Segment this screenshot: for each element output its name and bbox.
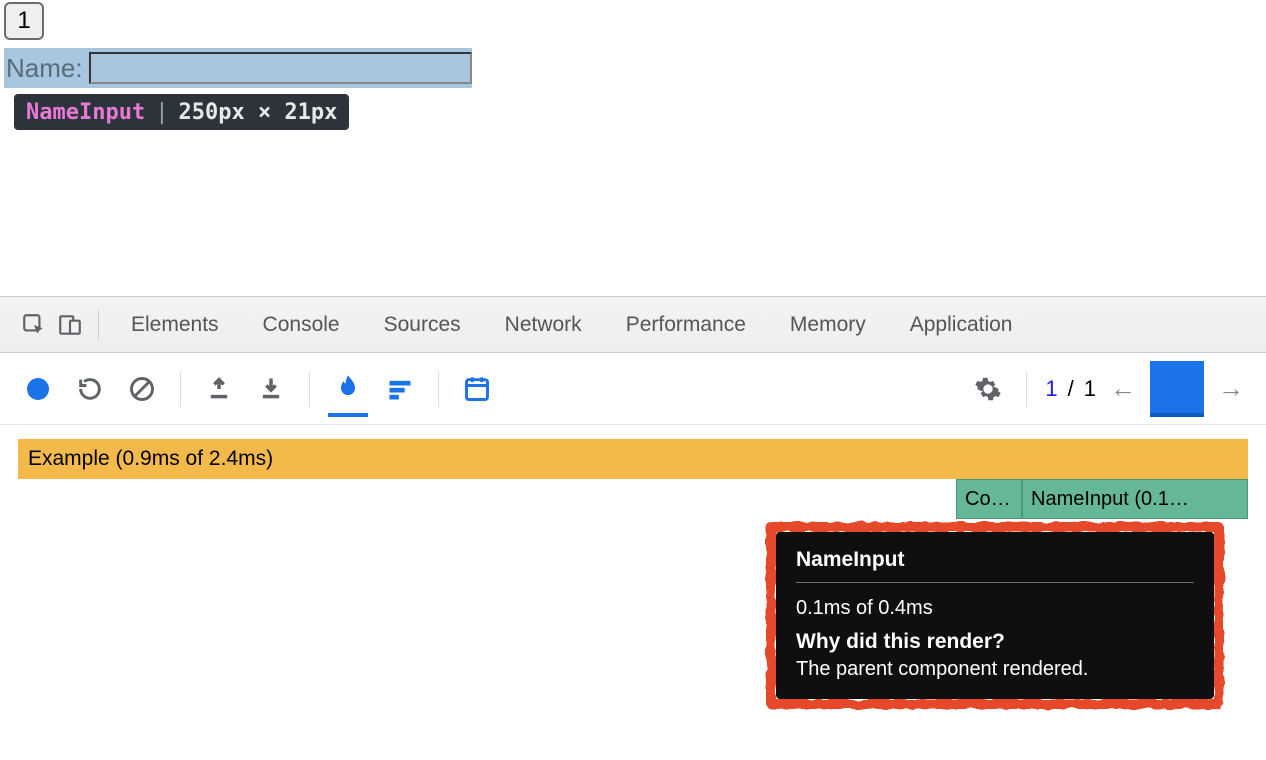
ranked-tab[interactable] xyxy=(380,361,420,417)
commit-bar[interactable] xyxy=(1150,361,1204,417)
next-commit-button[interactable]: → xyxy=(1214,373,1248,404)
inspector-dimensions: 250px × 21px xyxy=(178,100,337,125)
export-button[interactable] xyxy=(251,361,291,417)
tooltip-timing: 0.1ms of 0.4ms xyxy=(796,597,1194,620)
tooltip-reason: The parent component rendered. xyxy=(796,658,1194,681)
tab-network[interactable]: Network xyxy=(483,297,604,353)
element-inspector-tooltip: NameInput | 250px × 21px xyxy=(14,94,349,130)
flamegraph-chart: Example (0.9ms of 2.4ms) Co… NameInput (… xyxy=(0,425,1266,519)
name-input-component: Name: xyxy=(4,48,472,88)
name-input[interactable] xyxy=(89,52,472,84)
inspect-element-icon[interactable] xyxy=(16,307,52,343)
devtools-tab-bar: Elements Console Sources Network Perform… xyxy=(0,297,1266,353)
tab-sources[interactable]: Sources xyxy=(362,297,483,353)
tooltip-why-heading: Why did this render? xyxy=(796,630,1194,654)
commit-separator: / xyxy=(1068,376,1074,402)
divider xyxy=(98,310,99,340)
inspector-separator: | xyxy=(155,100,168,125)
inspector-component-name: NameInput xyxy=(26,100,145,125)
tab-console[interactable]: Console xyxy=(241,297,362,353)
tab-application[interactable]: Application xyxy=(888,297,1035,353)
tab-elements[interactable]: Elements xyxy=(109,297,241,353)
tab-performance[interactable]: Performance xyxy=(604,297,768,353)
profiler-toolbar: 1 / 1 ← → xyxy=(0,353,1266,425)
divider xyxy=(180,371,181,407)
reload-button[interactable] xyxy=(70,361,110,417)
counter-button[interactable]: 1 xyxy=(4,2,44,40)
flamegraph-root-bar[interactable]: Example (0.9ms of 2.4ms) xyxy=(18,439,1248,479)
device-toggle-icon[interactable] xyxy=(52,307,88,343)
flamegraph-child-bar[interactable]: Co… xyxy=(956,479,1022,519)
profiler-settings-icon[interactable] xyxy=(968,361,1008,417)
divider xyxy=(438,371,439,407)
commit-total: 1 xyxy=(1084,376,1096,402)
flamegraph-tab[interactable] xyxy=(328,361,368,417)
divider xyxy=(1026,371,1027,407)
commit-current: 1 xyxy=(1045,376,1057,402)
clear-button[interactable] xyxy=(122,361,162,417)
prev-commit-button[interactable]: ← xyxy=(1106,373,1140,404)
divider xyxy=(309,371,310,407)
name-label: Name: xyxy=(6,53,83,84)
tooltip-component-name: NameInput xyxy=(796,548,1194,583)
flamegraph-nameinput-bar[interactable]: NameInput (0.1… xyxy=(1022,479,1248,519)
render-tooltip: NameInput 0.1ms of 0.4ms Why did this re… xyxy=(776,532,1214,699)
devtools-panel: Elements Console Sources Network Perform… xyxy=(0,296,1266,519)
record-button[interactable] xyxy=(18,361,58,417)
render-tooltip-highlight: NameInput 0.1ms of 0.4ms Why did this re… xyxy=(766,522,1224,709)
tab-memory[interactable]: Memory xyxy=(768,297,888,353)
import-button[interactable] xyxy=(199,361,239,417)
timeline-tab[interactable] xyxy=(457,361,497,417)
commit-navigator: 1 / 1 ← → xyxy=(1045,361,1248,417)
